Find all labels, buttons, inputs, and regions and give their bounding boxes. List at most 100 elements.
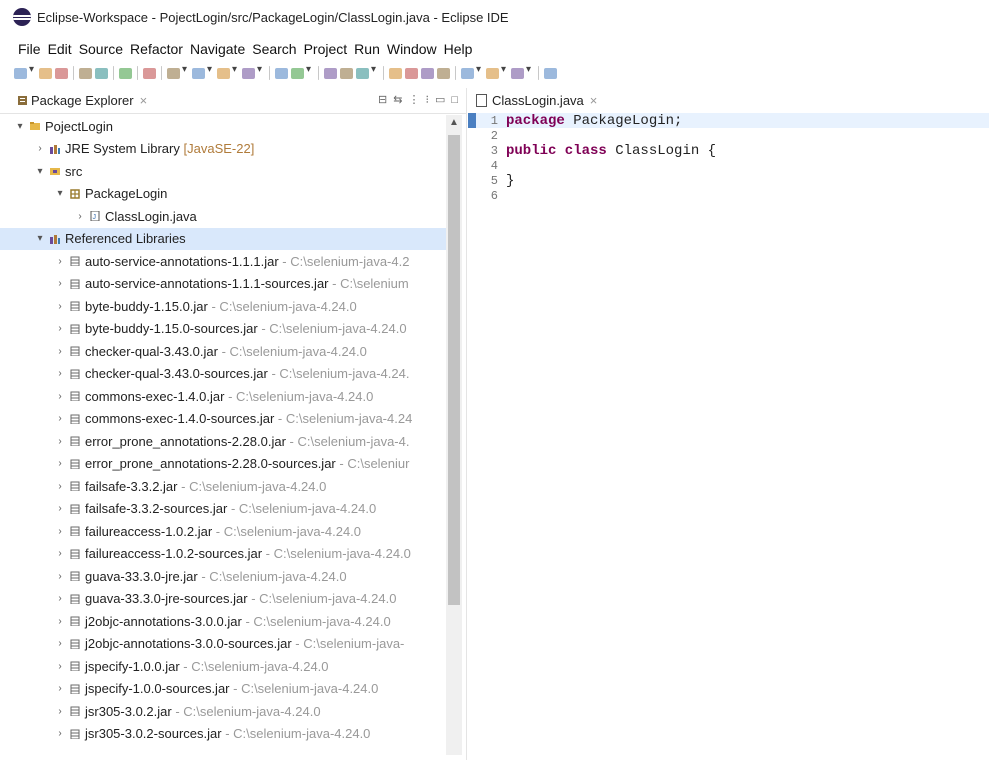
collapse-arrow-icon[interactable]: › xyxy=(54,503,66,514)
collapse-arrow-icon[interactable]: › xyxy=(54,391,66,402)
dropdown-arrow-icon[interactable] xyxy=(306,64,313,76)
search-icon[interactable] xyxy=(340,67,353,79)
tree-item-class-file[interactable]: › J ClassLogin.java xyxy=(0,205,446,228)
toggle-breadcrumb-icon[interactable] xyxy=(421,67,434,79)
collapse-all-icon[interactable]: ⊟ xyxy=(378,93,387,106)
collapse-arrow-icon[interactable]: › xyxy=(54,481,66,492)
menu-source[interactable]: Source xyxy=(79,41,123,57)
tree-item-jar[interactable]: › byte-buddy-1.15.0-sources.jar - C:\sele… xyxy=(0,318,446,341)
menu-help[interactable]: Help xyxy=(444,41,473,57)
close-icon[interactable]: × xyxy=(140,93,148,108)
collapse-arrow-icon[interactable]: › xyxy=(54,638,66,649)
prev-annotation-icon[interactable] xyxy=(405,67,418,79)
collapse-arrow-icon[interactable]: › xyxy=(54,413,66,424)
tree-item-referenced-libraries[interactable]: ▾ Referenced Libraries xyxy=(0,227,446,250)
maximize-icon[interactable]: □ xyxy=(451,94,458,106)
link-with-editor-icon[interactable]: ⇆ xyxy=(393,93,402,106)
collapse-arrow-icon[interactable]: › xyxy=(54,526,66,537)
menu-file[interactable]: File xyxy=(18,41,41,57)
dropdown-arrow-icon[interactable] xyxy=(501,64,508,76)
tree-item-jar[interactable]: › commons-exec-1.4.0-sources.jar - C:\sel… xyxy=(0,408,446,431)
menu-refactor[interactable]: Refactor xyxy=(130,41,183,57)
tree-item-jar[interactable]: › failsafe-3.3.2-sources.jar - C:\seleniu… xyxy=(0,498,446,521)
tree-item-jar[interactable]: › guava-33.3.0-jre.jar - C:\selenium-java… xyxy=(0,565,446,588)
dropdown-arrow-icon[interactable] xyxy=(526,64,533,76)
dropdown-arrow-icon[interactable] xyxy=(182,64,189,76)
dropdown-arrow-icon[interactable] xyxy=(476,64,483,76)
minimize-icon[interactable]: ▭ xyxy=(435,93,445,106)
tree-item-jar[interactable]: › jsr305-3.0.2-sources.jar - C:\selenium-… xyxy=(0,723,446,746)
menu-window[interactable]: Window xyxy=(387,41,437,57)
tree-item-jar[interactable]: › commons-exec-1.4.0.jar - C:\selenium-ja… xyxy=(0,385,446,408)
tree-item-jar[interactable]: › auto-service-annotations-1.1.1-sources.… xyxy=(0,273,446,296)
collapse-arrow-icon[interactable]: › xyxy=(34,143,46,154)
dropdown-arrow-icon[interactable] xyxy=(257,64,264,76)
code-line[interactable]: 2 xyxy=(468,128,989,143)
terminal-icon[interactable] xyxy=(119,67,132,79)
tree-item-jar[interactable]: › failsafe-3.3.2.jar - C:\selenium-java-4… xyxy=(0,475,446,498)
redo-icon[interactable] xyxy=(95,67,108,79)
dropdown-arrow-icon[interactable] xyxy=(207,64,214,76)
tree-item-jar[interactable]: › auto-service-annotations-1.1.1.jar - C:… xyxy=(0,250,446,273)
code-line[interactable]: 1 package PackageLogin; xyxy=(468,113,989,129)
menu-edit[interactable]: Edit xyxy=(48,41,72,57)
tree-item-project[interactable]: ▾ PojectLogin xyxy=(0,115,446,138)
menu-project[interactable]: Project xyxy=(304,41,348,57)
collapse-arrow-icon[interactable]: › xyxy=(54,346,66,357)
tree-item-jar[interactable]: › error_prone_annotations-2.28.0.jar - C:… xyxy=(0,430,446,453)
save-icon[interactable] xyxy=(39,67,52,79)
code-line[interactable]: 3 public class ClassLogin { xyxy=(468,143,989,159)
menu-run[interactable]: Run xyxy=(354,41,380,57)
open-type-icon[interactable] xyxy=(324,67,337,79)
collapse-arrow-icon[interactable]: › xyxy=(54,323,66,334)
collapse-arrow-icon[interactable]: › xyxy=(54,683,66,694)
collapse-arrow-icon[interactable]: › xyxy=(54,593,66,604)
tab-classlogin-java[interactable]: ClassLogin.java × xyxy=(468,93,597,108)
forward-icon[interactable] xyxy=(511,67,524,79)
tree-item-src[interactable]: ▾ src xyxy=(0,160,446,183)
collapse-arrow-icon[interactable]: › xyxy=(54,571,66,582)
tree-item-jar[interactable]: › checker-qual-3.43.0.jar - C:\selenium-j… xyxy=(0,340,446,363)
expand-arrow-icon[interactable]: ▾ xyxy=(34,233,46,244)
tree-item-jar[interactable]: › error_prone_annotations-2.28.0-sources.… xyxy=(0,453,446,476)
collapse-arrow-icon[interactable]: › xyxy=(54,278,66,289)
collapse-arrow-icon[interactable]: › xyxy=(54,436,66,447)
tree-scrollbar[interactable]: ▲ xyxy=(446,115,462,755)
tree-item-jar[interactable]: › failureaccess-1.0.2-sources.jar - C:\se… xyxy=(0,543,446,566)
tab-package-explorer[interactable]: Package Explorer × xyxy=(0,93,147,108)
tree-item-jar[interactable]: › jsr305-3.0.2.jar - C:\selenium-java-4.2… xyxy=(0,700,446,723)
collapse-arrow-icon[interactable]: › xyxy=(54,368,66,379)
collapse-arrow-icon[interactable]: › xyxy=(54,548,66,559)
filter-icon[interactable]: ⋮ xyxy=(408,93,419,106)
tree-item-jar[interactable]: › checker-qual-3.43.0-sources.jar - C:\se… xyxy=(0,363,446,386)
collapse-arrow-icon[interactable]: › xyxy=(54,616,66,627)
tree-item-jar[interactable]: › guava-33.3.0-jre-sources.jar - C:\selen… xyxy=(0,588,446,611)
last-edit-icon[interactable] xyxy=(461,67,474,79)
dropdown-arrow-icon[interactable] xyxy=(29,64,36,76)
run-icon[interactable] xyxy=(192,67,205,79)
tree-item-package[interactable]: ▾ PackageLogin xyxy=(0,183,446,206)
code-line[interactable]: 6 xyxy=(468,188,989,203)
code-line[interactable]: 5} xyxy=(468,173,989,189)
next-annotation-icon[interactable] xyxy=(389,67,402,79)
collapse-arrow-icon[interactable]: › xyxy=(54,301,66,312)
back-icon[interactable] xyxy=(486,67,499,79)
tree-item-jar[interactable]: › jspecify-1.0.0-sources.jar - C:\seleniu… xyxy=(0,678,446,701)
collapse-arrow-icon[interactable]: › xyxy=(74,211,86,222)
menu-search[interactable]: Search xyxy=(252,41,296,57)
pin-icon[interactable] xyxy=(356,67,369,79)
collapse-arrow-icon[interactable]: › xyxy=(54,661,66,672)
new-icon[interactable] xyxy=(14,67,27,79)
open-perspective-icon[interactable] xyxy=(544,67,557,79)
undo-icon[interactable] xyxy=(79,67,92,79)
dropdown-arrow-icon[interactable] xyxy=(371,64,378,76)
scrollbar-thumb[interactable] xyxy=(448,135,460,605)
external-tools-icon[interactable] xyxy=(242,67,255,79)
tree-item-jar[interactable]: › jspecify-1.0.0.jar - C:\selenium-java-4… xyxy=(0,655,446,678)
tree-item-jar[interactable]: › j2objc-annotations-3.0.0.jar - C:\selen… xyxy=(0,610,446,633)
expand-arrow-icon[interactable]: ▾ xyxy=(54,188,66,199)
run-config-icon[interactable] xyxy=(217,67,230,79)
collapse-arrow-icon[interactable]: › xyxy=(54,458,66,469)
collapse-arrow-icon[interactable]: › xyxy=(54,706,66,717)
tree-item-jre[interactable]: › JRE System Library [JavaSE-22] xyxy=(0,138,446,161)
